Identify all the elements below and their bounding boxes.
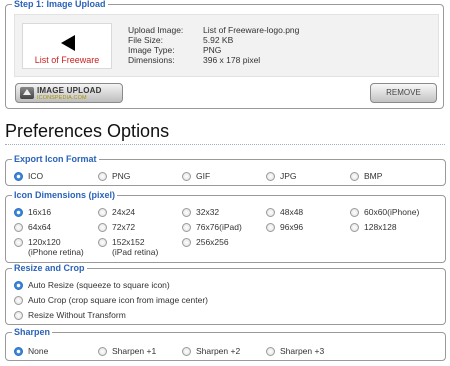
radio-dim-16[interactable] [14,208,23,217]
label-dim-96[interactable]: 96x96 [280,222,303,232]
sublabel-dim-152: (iPad retina) [112,247,159,257]
radio-auto-resize[interactable] [14,281,23,290]
image-thumbnail: List of Freeware [22,23,112,69]
image-upload-panel: Step 1: Image Upload List of Freeware Up… [5,0,444,109]
label-dim-48[interactable]: 48x48 [280,207,303,217]
heading-divider [5,144,445,145]
label-export-png[interactable]: PNG [112,171,130,181]
radio-auto-crop[interactable] [14,296,23,305]
upload-info-area: List of Freeware Upload Image: List of F… [14,14,439,77]
radio-dim-96[interactable] [266,223,275,232]
step1-legend: Step 1: Image Upload [12,0,108,10]
radio-no-transform[interactable] [14,311,23,320]
label-no-transform[interactable]: Resize Without Transform [28,310,126,320]
label-sharpen-3[interactable]: Sharpen +3 [280,346,324,356]
radio-dim-32[interactable] [182,208,191,217]
radio-dim-72[interactable] [98,223,107,232]
radio-dim-48[interactable] [266,208,275,217]
label-dim-120[interactable]: 120x120 [28,237,61,247]
sublabel-dim-120: (iPhone retina) [28,247,84,257]
radio-export-png[interactable] [98,172,107,181]
radio-dim-120[interactable] [14,238,23,247]
label-sharpen-none[interactable]: None [28,346,48,356]
label-dim-60[interactable]: 60x60(iPhone) [364,207,419,217]
label-auto-crop[interactable]: Auto Crop (crop square icon from image c… [28,295,208,305]
radio-export-jpg[interactable] [266,172,275,181]
label-auto-resize[interactable]: Auto Resize (squeeze to square icon) [28,280,170,290]
label-dim-64[interactable]: 64x64 [28,222,51,232]
upload-icon [20,87,34,99]
label-dim-24[interactable]: 24x24 [112,207,135,217]
label-sharpen-1[interactable]: Sharpen +1 [112,346,156,356]
label-sharpen-2[interactable]: Sharpen +2 [196,346,240,356]
dimensions-legend: Icon Dimensions (pixel) [12,190,118,201]
radio-sharpen-1[interactable] [98,347,107,356]
radio-dim-76[interactable] [182,223,191,232]
label-export-jpg[interactable]: JPG [280,171,297,181]
sharpen-group: Sharpen None Sharpen +1 Sharpen +2 Sharp… [5,327,446,361]
label-dim-72[interactable]: 72x72 [112,222,135,232]
label-export-bmp[interactable]: BMP [364,171,382,181]
radio-sharpen-2[interactable] [182,347,191,356]
radio-sharpen-3[interactable] [266,347,275,356]
radio-dim-64[interactable] [14,223,23,232]
radio-dim-60[interactable] [350,208,359,217]
radio-dim-152[interactable] [98,238,107,247]
label-dim-76[interactable]: 76x76(iPad) [196,222,242,232]
radio-dim-24[interactable] [98,208,107,217]
label-dim-128[interactable]: 128x128 [364,222,397,232]
remove-button[interactable]: REMOVE [370,83,437,103]
export-format-group: Export Icon Format ICO PNG GIF JPG BMP [5,154,446,186]
resize-crop-group: Resize and Crop Auto Resize (squeeze to … [5,263,446,325]
thumbnail-text: List of Freeware [34,55,100,65]
resize-legend: Resize and Crop [12,263,87,274]
radio-export-bmp[interactable] [350,172,359,181]
radio-dim-256[interactable] [182,238,191,247]
page-title: Preferences Options [5,121,170,141]
label-dim-256[interactable]: 256x256 [196,237,229,247]
label-dim-16[interactable]: 16x16 [28,207,51,217]
label-export-ico[interactable]: ICO [28,171,43,181]
radio-dim-128[interactable] [350,223,359,232]
label-export-gif[interactable]: GIF [196,171,210,181]
label-dim-152[interactable]: 152x152 [112,237,145,247]
icon-dimensions-group: Icon Dimensions (pixel) 16x16 24x24 32x3… [5,190,446,263]
image-upload-button[interactable]: IMAGE UPLOAD ICONSPEDIA.COM [15,83,123,103]
sharpen-legend: Sharpen [12,327,53,338]
export-legend: Export Icon Format [12,154,99,165]
logo-arrow-icon [61,35,75,51]
label-dim-32[interactable]: 32x32 [196,207,219,217]
radio-export-ico[interactable] [14,172,23,181]
radio-sharpen-none[interactable] [14,347,23,356]
radio-export-gif[interactable] [182,172,191,181]
